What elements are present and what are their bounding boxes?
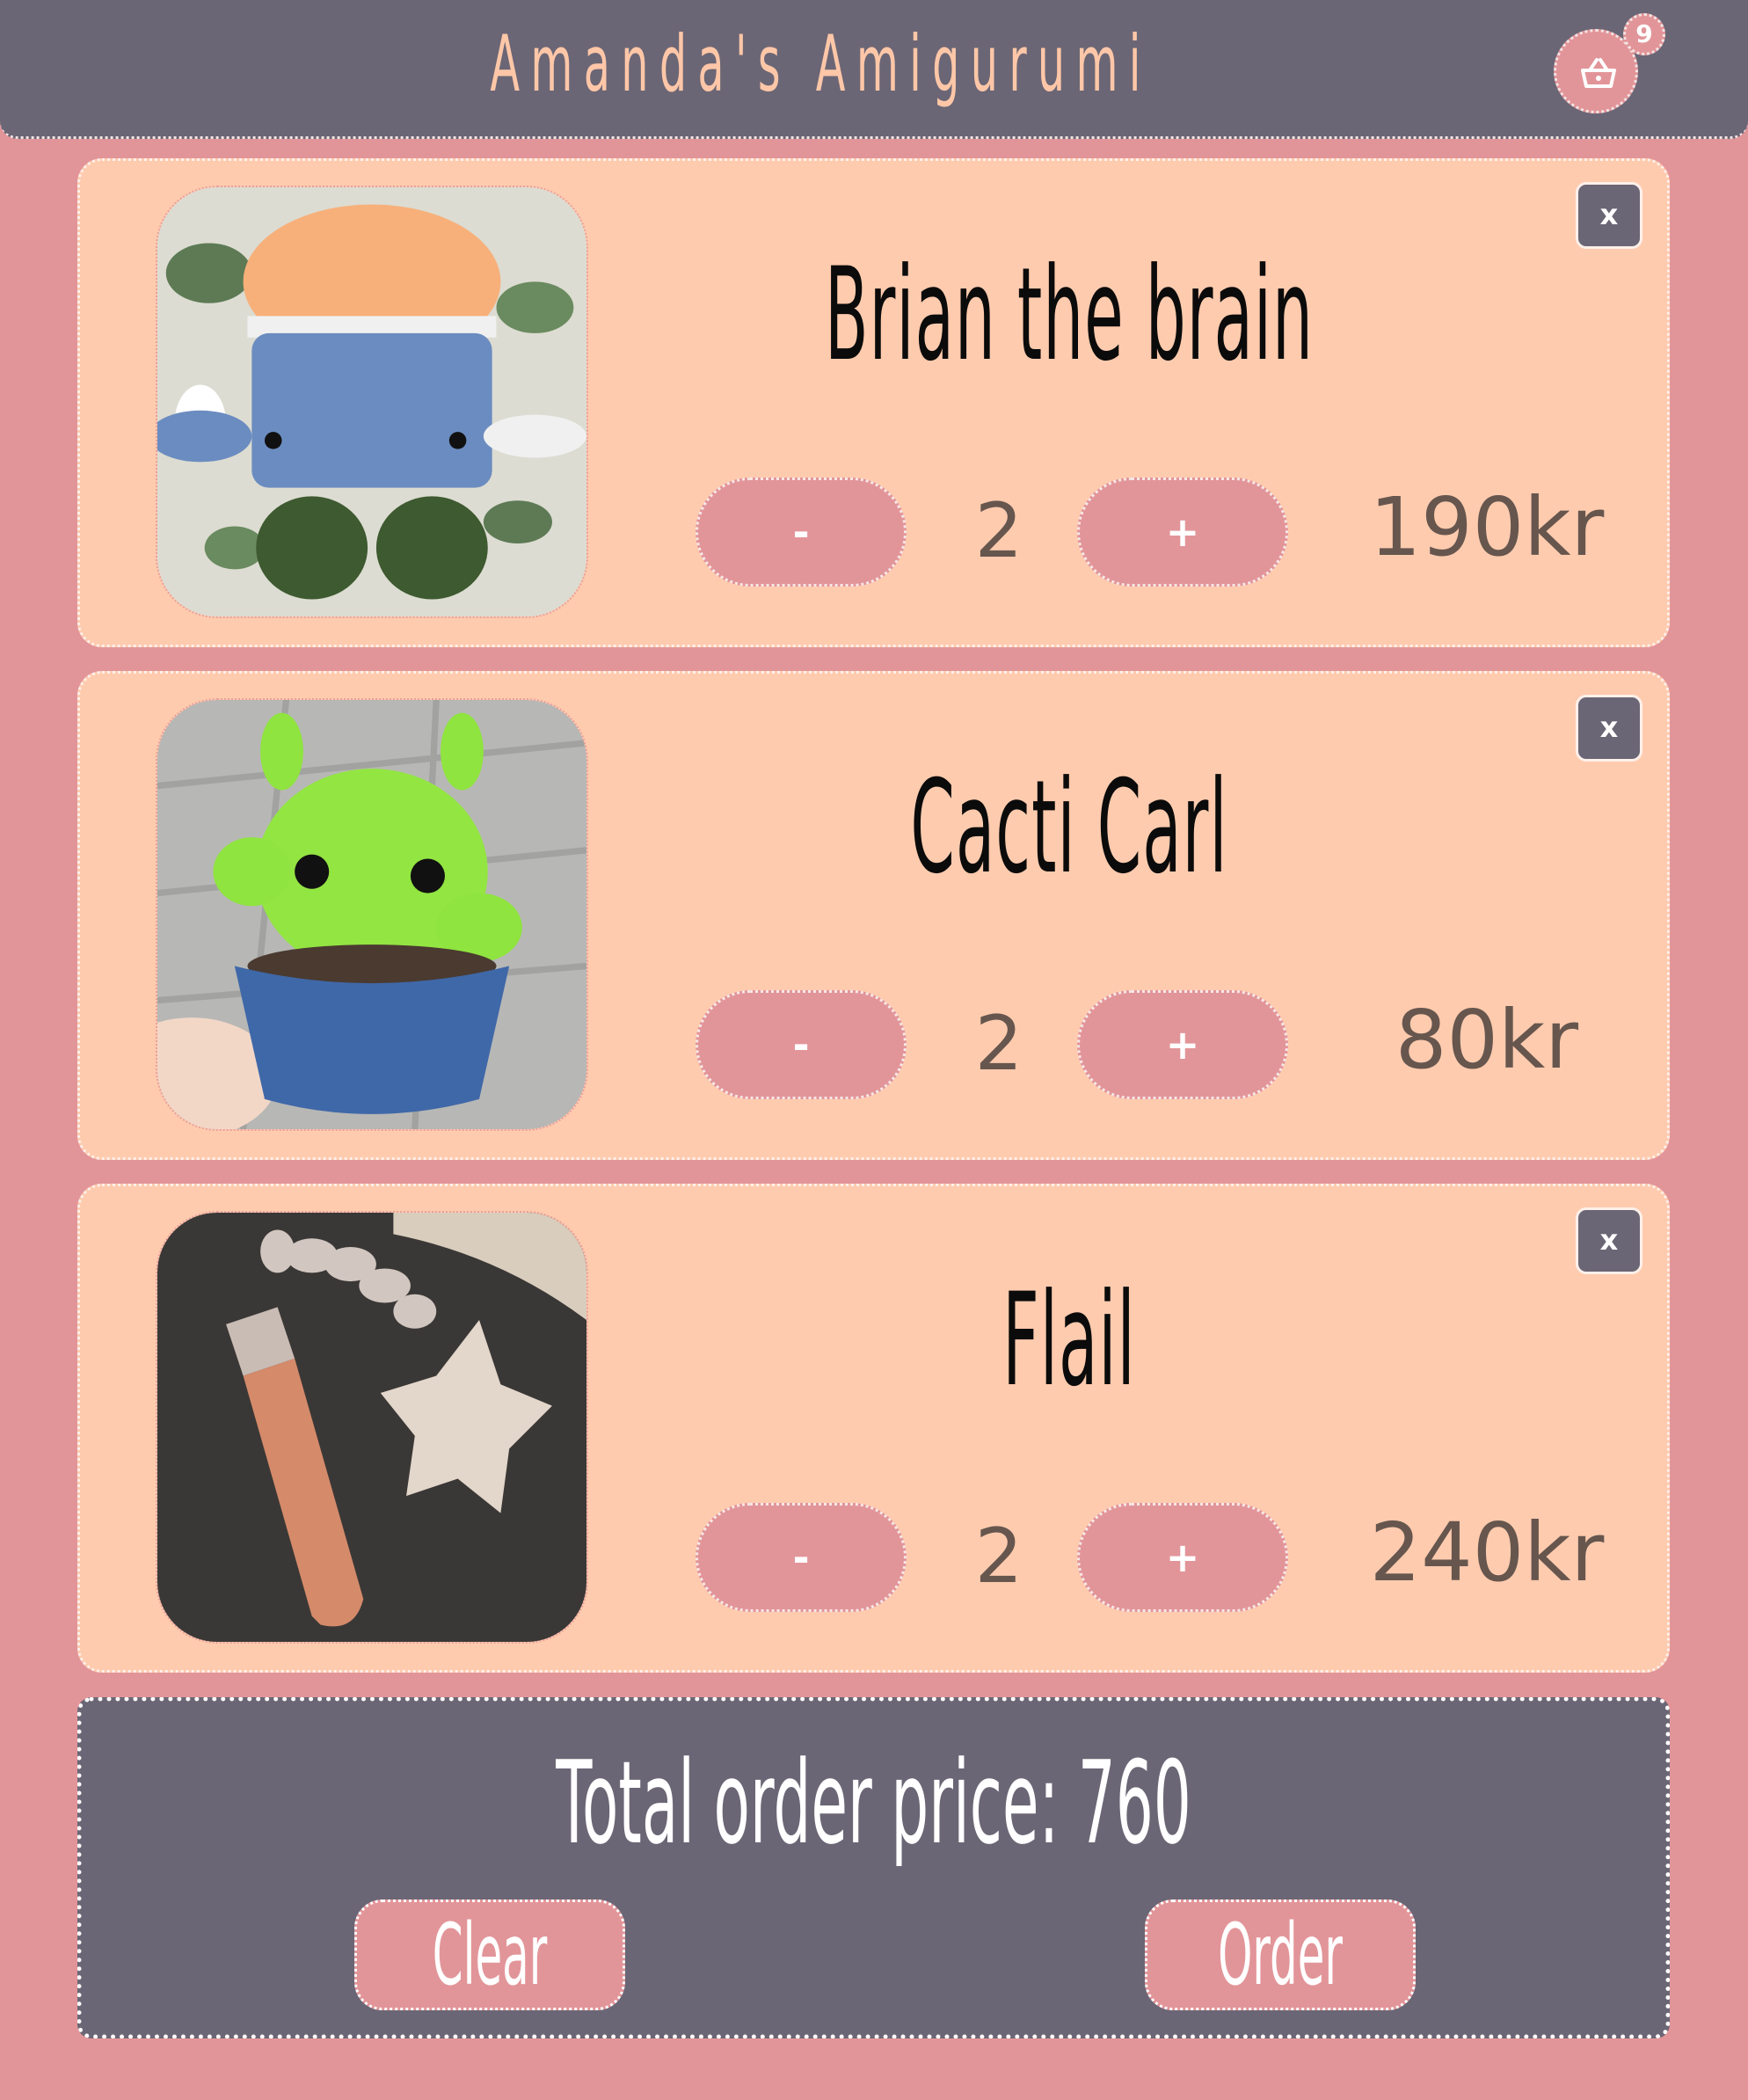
item-name: Cacti Carl <box>910 753 1228 902</box>
clear-cart-button[interactable]: Clear <box>354 1899 625 2010</box>
increase-quantity-button[interactable]: + <box>1077 990 1288 1099</box>
item-quantity: 2 <box>974 1000 1023 1088</box>
cart-item: Cacti Carl - 2 + 80kr x <box>77 671 1670 1160</box>
item-name: Brian the brain <box>824 240 1315 390</box>
decrease-quantity-button[interactable]: - <box>696 478 907 587</box>
item-quantity: 2 <box>974 487 1023 575</box>
remove-item-button[interactable]: x <box>1576 1207 1642 1274</box>
item-name: Flail <box>1002 1265 1136 1415</box>
basket-icon <box>1581 58 1616 88</box>
clear-button-label: Clear <box>432 1906 548 2004</box>
item-photo-brain <box>156 186 588 618</box>
total-order-price: Total order price: 760 <box>556 1736 1191 1870</box>
cart-item: Brian the brain - 2 + 190kr x <box>77 158 1670 647</box>
decrease-quantity-button[interactable]: - <box>696 990 907 1099</box>
site-header: Amanda's Amigurumi 9 <box>0 0 1748 139</box>
place-order-button[interactable]: Order <box>1145 1899 1416 2010</box>
order-summary: Total order price: 760 Clear Order <box>77 1697 1670 2038</box>
item-price: 240kr <box>1369 1506 1605 1600</box>
item-price: 80kr <box>1395 993 1579 1087</box>
decrease-quantity-button[interactable]: - <box>696 1503 907 1612</box>
item-quantity: 2 <box>974 1513 1023 1601</box>
item-photo-cactus <box>156 698 588 1131</box>
item-photo-flail <box>156 1211 588 1644</box>
order-button-label: Order <box>1218 1906 1343 2004</box>
item-price: 190kr <box>1369 480 1605 574</box>
remove-item-button[interactable]: x <box>1576 695 1642 762</box>
site-title: Amanda's Amigurumi <box>490 18 1152 109</box>
increase-quantity-button[interactable]: + <box>1077 478 1288 587</box>
increase-quantity-button[interactable]: + <box>1077 1503 1288 1612</box>
remove-item-button[interactable]: x <box>1576 182 1642 249</box>
cart-item: Flail - 2 + 240kr x <box>77 1184 1670 1673</box>
cart-count-badge: 9 <box>1623 13 1665 55</box>
